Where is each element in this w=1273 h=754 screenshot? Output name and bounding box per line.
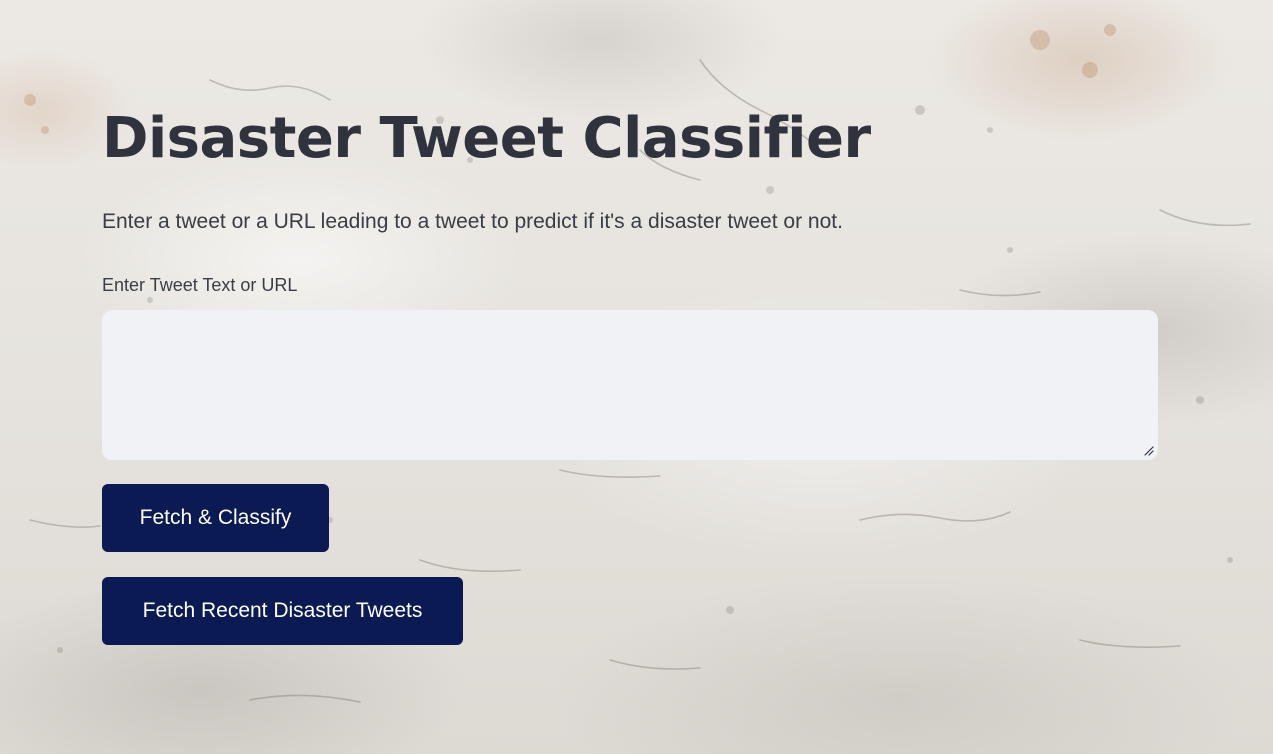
tweet-input-wrapper	[102, 310, 1158, 460]
fetch-classify-button[interactable]: Fetch & Classify	[102, 484, 329, 552]
page-description: Enter a tweet or a URL leading to a twee…	[102, 210, 843, 233]
tweet-input[interactable]	[102, 310, 1158, 460]
tweet-input-label: Enter Tweet Text or URL	[102, 275, 298, 295]
page-title: Disaster Tweet Classifier	[102, 106, 871, 171]
fetch-recent-disaster-tweets-button[interactable]: Fetch Recent Disaster Tweets	[102, 577, 463, 645]
resize-grip-icon[interactable]	[1142, 444, 1154, 456]
